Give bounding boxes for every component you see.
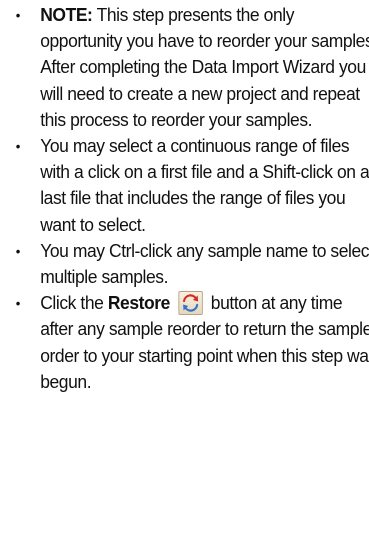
note-label: NOTE:: [40, 4, 93, 25]
restore-label: Restore: [107, 292, 171, 314]
ctrl-click-bullet: • You may Ctrl-click any sample name to …: [12, 238, 369, 290]
restore-icon-graphic: [182, 294, 199, 312]
document-page: • NOTE: This step presents the only oppo…: [0, 0, 369, 560]
bullet-marker: •: [15, 138, 21, 155]
restore-prefix: Click the: [40, 292, 108, 314]
bullet-list: • NOTE: This step presents the only oppo…: [12, 2, 369, 395]
ctrl-click-text: You may Ctrl-click any sample name to se…: [40, 239, 369, 288]
range-select-text: You may select a continuous range of fil…: [40, 135, 369, 235]
bullet-marker: •: [15, 295, 21, 312]
bullet-marker: •: [15, 242, 21, 259]
bullet-marker: •: [15, 7, 21, 23]
restore-bullet: • Click the Restore button at any time a…: [12, 290, 369, 395]
note-bullet: • NOTE: This step presents the only oppo…: [12, 2, 369, 133]
range-select-bullet: • You may select a continuous range of f…: [12, 133, 369, 238]
restore-icon: [178, 291, 203, 316]
